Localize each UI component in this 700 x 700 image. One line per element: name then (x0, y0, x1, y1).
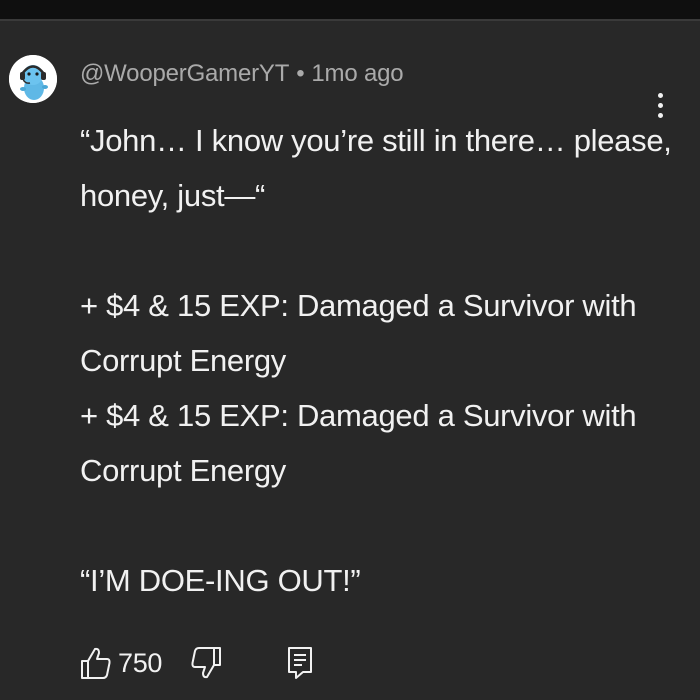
comment-text: “John… I know you’re still in there… ple… (80, 113, 680, 608)
reply-comment-icon (288, 647, 312, 679)
dislike-button[interactable] (186, 641, 226, 685)
comment-header: @WooperGamerYT • 1mo ago (80, 60, 404, 88)
more-vertical-icon-dot (657, 102, 663, 108)
comment-line: “John… I know you’re still in there… ple… (80, 123, 672, 158)
comment-line: honey, just—“ (80, 178, 266, 213)
comment-line: + $4 & 15 EXP: Damaged a Survivor with (80, 398, 637, 433)
wooper-avatar-icon (9, 55, 57, 103)
comment-line: Corrupt Energy (80, 343, 287, 378)
top-bar (0, 0, 700, 19)
like-button[interactable]: 750 (80, 641, 170, 685)
comment-line: Corrupt Energy (80, 453, 287, 488)
thumbs-up-icon (81, 647, 111, 679)
reply-button[interactable] (284, 641, 316, 685)
more-vertical-icon (657, 92, 663, 98)
thumbs-down-icon (191, 647, 221, 679)
comment-item: @WooperGamerYT • 1mo ago “John… I know you… (0, 21, 700, 700)
like-count: 750 (118, 647, 163, 678)
comment-timestamp[interactable]: 1mo ago (311, 60, 403, 87)
meta-separator: • (296, 60, 305, 87)
comment-line-blank (80, 498, 680, 553)
author-name[interactable]: @WooperGamerYT (80, 60, 289, 87)
author-avatar[interactable] (9, 55, 57, 103)
comment-line: + $4 & 15 EXP: Damaged a Survivor with (80, 288, 637, 323)
comment-line-blank (80, 223, 680, 278)
comment-line: “I’M DOE-ING OUT!” (80, 563, 361, 598)
